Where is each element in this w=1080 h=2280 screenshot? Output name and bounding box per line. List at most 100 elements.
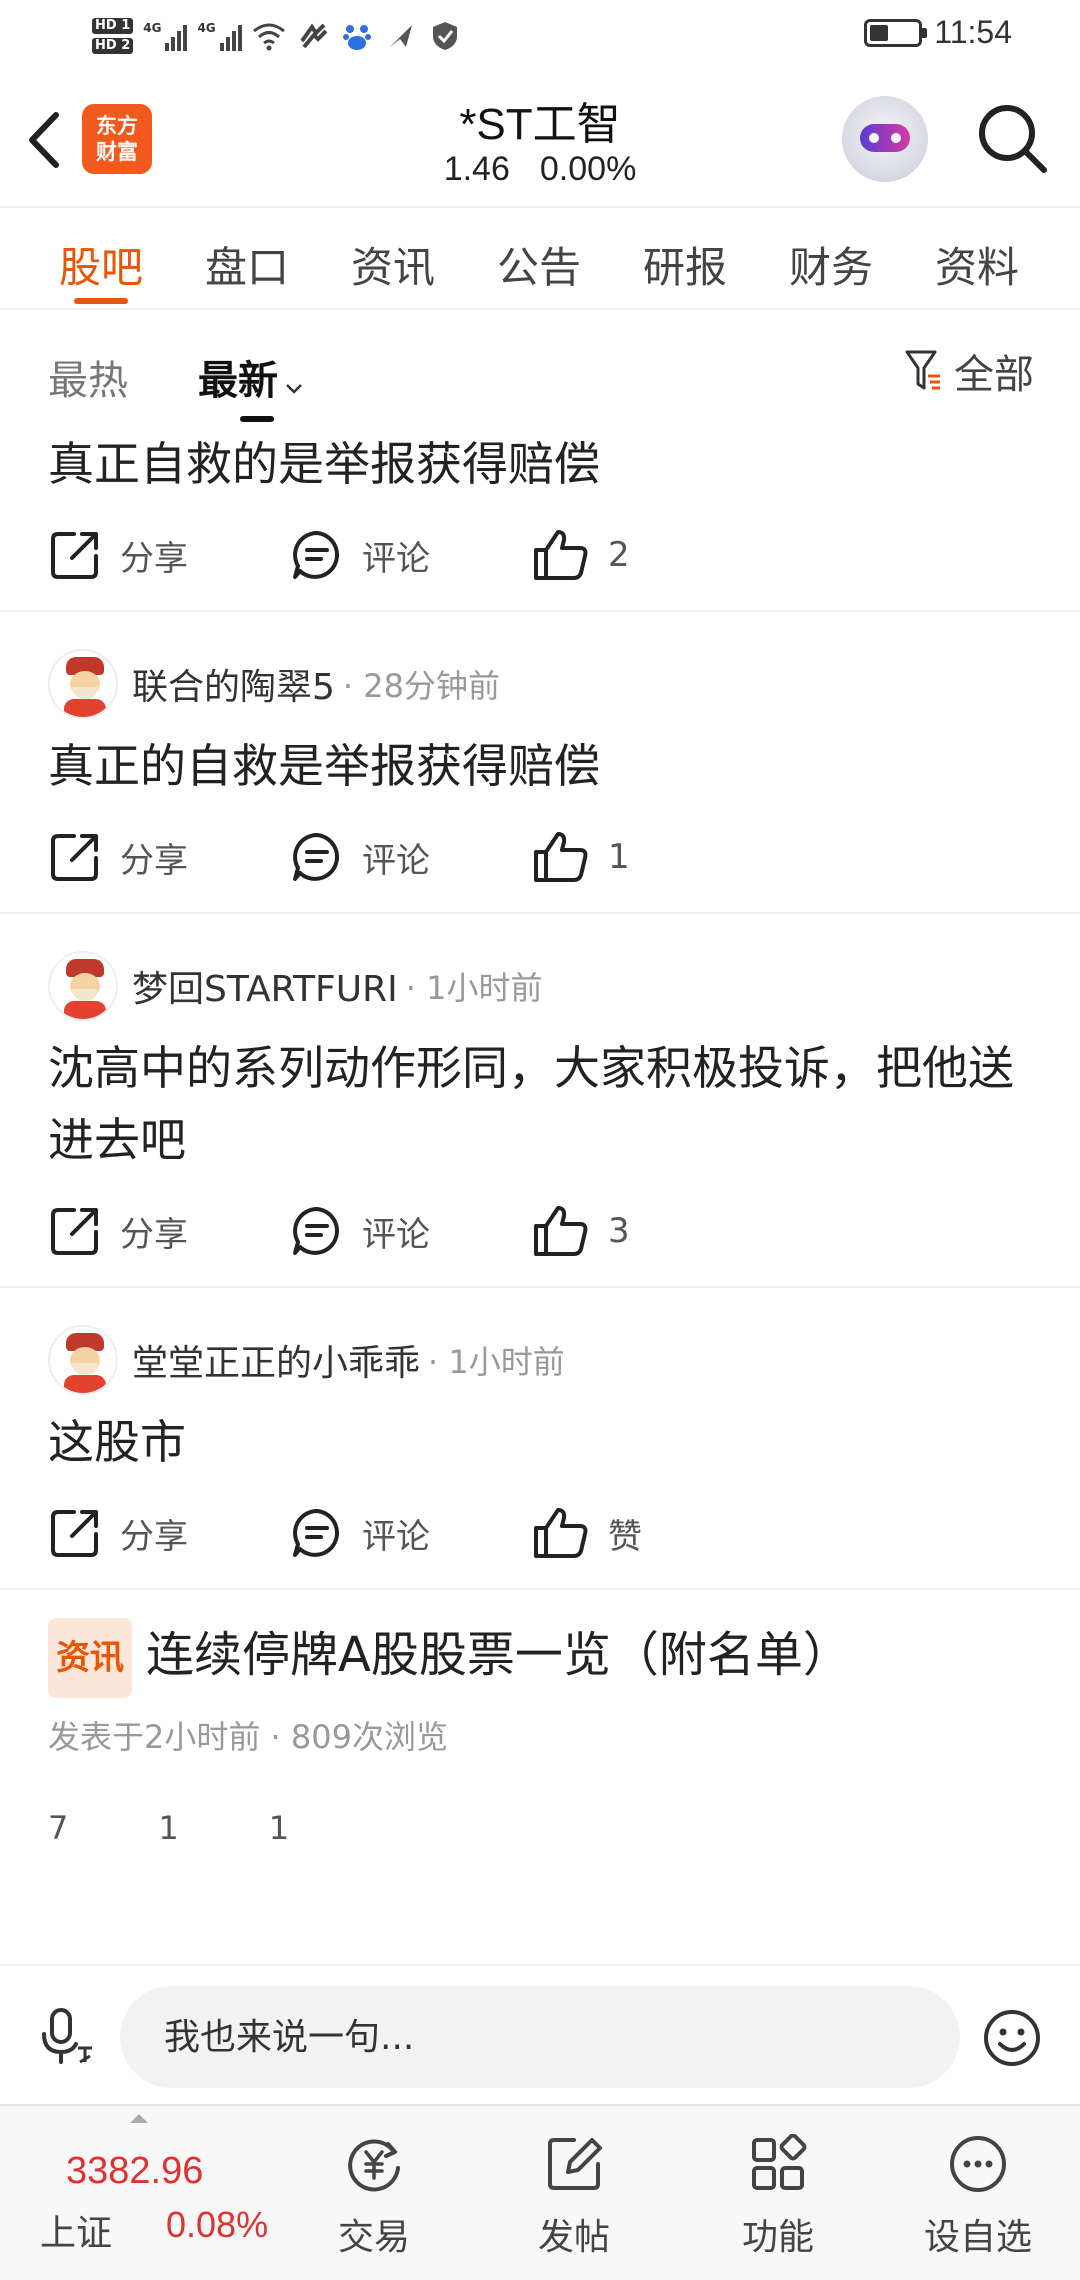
thumbs-up-icon	[534, 530, 588, 580]
news-item[interactable]: 资讯 连续停牌A股股票一览（附名单） 发表于2小时前 · 809次浏览 7 1 1	[0, 1618, 1080, 1868]
comment-button[interactable]: 评论	[290, 1506, 532, 1560]
post-edit-icon	[548, 2138, 602, 2190]
tab-profile[interactable]: 资料	[904, 210, 1050, 308]
news-badge: 资讯	[48, 1618, 132, 1698]
tab-announcements[interactable]: 公告	[466, 210, 612, 308]
like-count: 1	[608, 837, 630, 877]
comment-icon	[293, 531, 339, 579]
post-text: 这股市	[48, 1415, 186, 1469]
post-time: · 1小时前	[428, 1343, 565, 1381]
thumbs-up-icon	[534, 1508, 588, 1558]
comment-label: 评论	[362, 1214, 430, 1255]
hd1-badge: HD 1	[92, 18, 134, 34]
post-item[interactable]: 联合的陶翠5 · 28分钟前 真正的自救是举报获得赔偿 分享 评论 1	[0, 648, 1080, 914]
filter-label: 全部	[954, 352, 1034, 398]
comment-button[interactable]: 评论	[290, 1204, 532, 1258]
avatar[interactable]	[48, 649, 118, 719]
share-button[interactable]: 分享	[48, 830, 290, 884]
status-left: HD 1 HD 2 4G 4G	[92, 8, 462, 64]
post-item[interactable]: 真正自救的是举报获得赔偿 分享 评论 2	[0, 428, 1080, 612]
post-author-row: 堂堂正正的小乖乖 · 1小时前	[48, 1324, 1032, 1396]
share-button[interactable]: 分享	[48, 528, 290, 582]
news-like-count[interactable]: 1	[269, 1809, 289, 1847]
comment-input[interactable]	[120, 1986, 960, 2088]
comment-button[interactable]: 评论	[290, 830, 532, 884]
voice-input-button[interactable]	[38, 2006, 98, 2066]
share-icon	[51, 834, 98, 881]
post-item[interactable]: 梦回STARTFURI · 1小时前 沈高中的系列动作形同，大家积极投诉，把他送…	[0, 950, 1080, 1288]
sort-latest-button[interactable]: 最新	[198, 348, 304, 406]
share-label: 分享	[120, 840, 188, 881]
sync-icon	[296, 19, 330, 53]
avatar[interactable]	[48, 951, 118, 1021]
tab-pankou[interactable]: 盘口	[174, 210, 320, 308]
search-button[interactable]	[974, 100, 1050, 176]
thumbs-up-icon	[534, 832, 588, 882]
like-button[interactable]: 3	[532, 1204, 630, 1258]
share-label: 分享	[120, 538, 188, 579]
tab-finance[interactable]: 财务	[758, 210, 904, 308]
microphone-icon	[42, 2008, 92, 2064]
share-icon	[51, 1510, 98, 1557]
apps-icon	[752, 2134, 807, 2190]
post-author-row: 联合的陶翠5 · 28分钟前	[48, 648, 1032, 720]
like-button[interactable]: 1	[532, 830, 630, 884]
share-button[interactable]: 分享	[48, 1506, 290, 1560]
share-button[interactable]: 分享	[48, 1204, 290, 1258]
post-actions: 分享 评论 3	[48, 1176, 1032, 1286]
nav-trade[interactable]: 交易	[284, 2106, 464, 2280]
robot-assistant-icon[interactable]	[842, 96, 928, 182]
index-change-pct: 0.08%	[166, 2204, 269, 2245]
nav-functions[interactable]: 功能	[688, 2106, 868, 2280]
market-index-button[interactable]: 3382.96 上证 0.08%	[0, 2106, 280, 2280]
post-feed: 真正自救的是举报获得赔偿 分享 评论 2 联合的陶翠5 · 28分钟前 真正的自…	[0, 428, 1080, 1964]
section-tabs: 股吧 盘口 资讯 公告 研报 财务 资料	[0, 210, 1080, 310]
like-button[interactable]: 赞	[532, 1506, 642, 1560]
nav-watchlist[interactable]: 设自选	[888, 2106, 1068, 2280]
author-name[interactable]: 堂堂正正的小乖乖	[132, 1334, 420, 1386]
post-text: 沈高中的系列动作形同，大家积极投诉，把他送进去吧	[48, 1041, 1014, 1167]
emoji-button[interactable]	[982, 2008, 1042, 2068]
tab-guba[interactable]: 股吧	[28, 210, 174, 308]
comment-button[interactable]: 评论	[290, 528, 532, 582]
share-icon	[51, 532, 98, 579]
signal-icon-1: 4G	[143, 21, 188, 51]
news-share-count[interactable]: 7	[48, 1809, 68, 1847]
share-label: 分享	[120, 1516, 188, 1557]
like-count: 赞	[608, 1516, 642, 1557]
search-icon	[979, 105, 1047, 173]
nav-post[interactable]: 发帖	[484, 2106, 664, 2280]
hd2-badge: HD 2	[92, 38, 134, 54]
comment-label: 评论	[362, 840, 430, 881]
author-name[interactable]: 联合的陶翠5	[132, 658, 335, 710]
tab-news[interactable]: 资讯	[320, 210, 466, 308]
avatar[interactable]	[48, 1325, 118, 1395]
filter-button[interactable]: 全部	[904, 342, 1034, 400]
news-comment-count[interactable]: 1	[158, 1809, 178, 1847]
battery-icon	[864, 18, 928, 47]
share-icon	[51, 1208, 98, 1255]
tab-research[interactable]: 研报	[612, 210, 758, 308]
post-time: · 28分钟前	[342, 667, 500, 705]
wifi-icon	[252, 19, 286, 53]
author-name[interactable]: 梦回STARTFURI	[132, 960, 398, 1012]
nav-post-label: 发帖	[537, 2217, 610, 2258]
sort-active-indicator	[240, 416, 274, 422]
index-value: 3382.96	[66, 2150, 204, 2192]
like-button[interactable]: 2	[532, 528, 630, 582]
news-title: 连续停牌A股股票一览（附名单）	[146, 1627, 851, 1683]
status-right: 11:54	[864, 14, 1012, 51]
news-title-row: 资讯 连续停牌A股股票一览（附名单）	[48, 1618, 1032, 1698]
post-actions: 分享 评论 1	[48, 802, 1032, 912]
comment-icon	[293, 1509, 339, 1557]
comment-icon	[293, 833, 339, 881]
more-icon	[950, 2136, 1006, 2192]
comment-label: 评论	[362, 1516, 430, 1557]
stock-change-pct: 0.00%	[539, 150, 637, 188]
caret-up-icon	[130, 2114, 148, 2123]
sort-hot-button[interactable]: 最热	[48, 348, 128, 406]
post-item[interactable]: 堂堂正正的小乖乖 · 1小时前 这股市 分享 评论 赞	[0, 1324, 1080, 1590]
nav-trade-label: 交易	[337, 2217, 410, 2258]
sort-bar: 最热 最新 全部	[0, 312, 1080, 428]
signal-icon-2: 4G	[197, 21, 242, 51]
